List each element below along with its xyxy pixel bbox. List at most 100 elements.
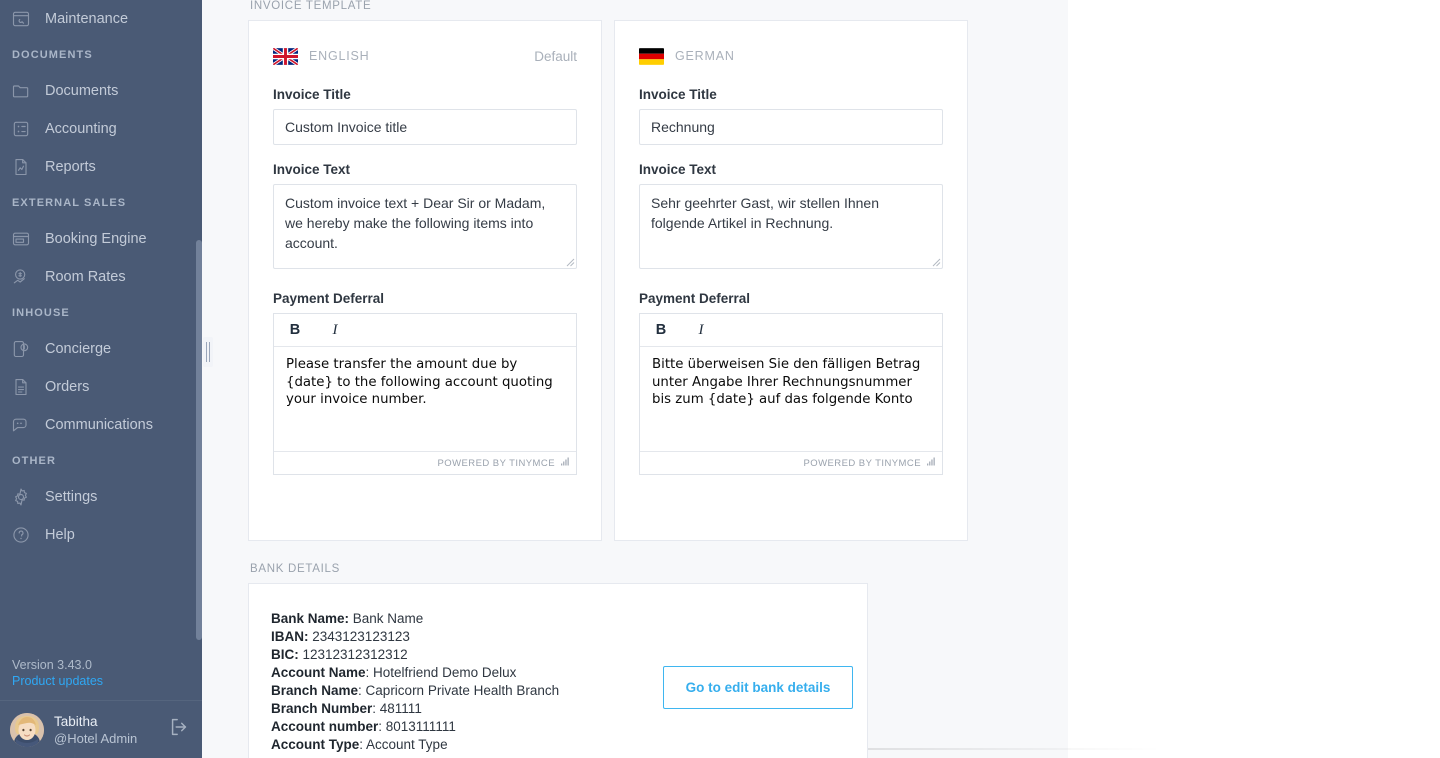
sidebar-item-label: Help (45, 527, 75, 543)
product-updates-link[interactable]: Product updates (12, 673, 202, 689)
sidebar-scroll-area[interactable]: Maintenance DOCUMENTS Documents Accounting R… (0, 0, 202, 758)
editor-body-english[interactable]: Please transfer the amount due by {date}… (274, 347, 576, 451)
bank-detail-row: BIC: 12312312312312 (271, 646, 649, 664)
sidebar-item-label: Settings (45, 489, 98, 505)
bank-detail-value: : Hotelfriend Demo Delux (365, 665, 517, 680)
report-icon (11, 157, 31, 177)
language-header-german: GERMAN (639, 43, 943, 69)
go-to-edit-bank-details-button[interactable]: Go to edit bank details (662, 666, 854, 709)
payment-deferral-label-english: Payment Deferral (273, 291, 385, 306)
editor-statusbar-english: POWERED BY TINYMCE (274, 451, 576, 474)
sidebar-item-label: Room Rates (45, 269, 126, 285)
avatar (10, 712, 44, 747)
browser-icon (11, 229, 31, 249)
invoice-template-cards: ENGLISH Default Invoice Title Invoice Te… (248, 20, 1440, 541)
bank-details-list: Bank Name: Bank Name IBAN: 2343123123123 B… (249, 610, 649, 754)
invoice-title-input-german[interactable] (639, 109, 943, 145)
bank-detail-key: Branch Number (271, 701, 373, 716)
payment-deferral-editor-english: B I Please transfer the amount due by {d… (273, 313, 577, 475)
sidebar-item-reports[interactable]: Reports (0, 148, 202, 186)
bank-detail-key: Bank Name: (271, 611, 350, 626)
gear-icon (11, 487, 31, 507)
bank-detail-row: Branch Number: 481111 (271, 700, 649, 718)
bank-detail-value: : 481111 (372, 701, 422, 716)
invoice-template-card-german: GERMAN Invoice Title Invoice Text Sehr g… (614, 20, 968, 541)
sidebar-item-label: Documents (45, 83, 119, 99)
version-box: Version 3.43.0 Product updates (0, 657, 202, 700)
invoice-text-group-german: Invoice Text Sehr geehrter Gast, wir ste… (639, 162, 943, 274)
payment-deferral-group-english: Payment Deferral B I Please transfer the… (273, 291, 577, 475)
help-icon (11, 525, 31, 545)
bank-detail-key: Account Name (271, 665, 366, 680)
sidebar-nav-list: Maintenance DOCUMENTS Documents Accounting R… (0, 0, 202, 554)
editor-toolbar-english: B I (274, 314, 576, 347)
sidebar-item-label: Accounting (45, 121, 117, 137)
invoice-title-label-english: Invoice Title (273, 87, 351, 102)
bank-detail-value: : Account Type (359, 737, 448, 752)
main-content: INVOICE TEMPLATE ENGLISH Default Invoice… (202, 0, 1440, 758)
invoice-template-card-english: ENGLISH Default Invoice Title Invoice Te… (248, 20, 602, 541)
sidebar-section-inhouse: INHOUSE (12, 307, 70, 319)
sidebar-item-maintenance[interactable]: Maintenance (0, 0, 202, 38)
sidebar-item-orders[interactable]: Orders (0, 368, 202, 406)
bank-detail-row: Account number: 8013111111 (271, 718, 649, 736)
invoice-title-group-german: Invoice Title (639, 87, 943, 145)
sidebar-item-label: Booking Engine (45, 231, 147, 247)
bank-edit-button-cell: Go to edit bank details (649, 610, 867, 709)
editor-statusbar-german: POWERED BY TINYMCE (640, 451, 942, 474)
flag-uk-icon (273, 47, 298, 65)
logout-icon[interactable] (168, 716, 190, 743)
sidebar-section-external-sales: EXTERNAL SALES (12, 197, 127, 209)
invoice-text-textarea-german[interactable]: Sehr geehrter Gast, wir stellen Ihnen fo… (639, 184, 943, 269)
bank-detail-row: IBAN: 2343123123123 (271, 628, 649, 646)
sidebar-item-room-rates[interactable]: Room Rates (0, 258, 202, 296)
editor-resize-grip-english[interactable] (561, 457, 570, 469)
app-root: Maintenance DOCUMENTS Documents Accounting R… (0, 0, 1440, 758)
maintenance-icon (11, 9, 31, 29)
bank-detail-key: Branch Name (271, 683, 359, 698)
version-text: Version 3.43.0 (12, 658, 92, 672)
user-profile[interactable]: Tabitha @Hotel Admin (0, 700, 202, 758)
sidebar-item-booking-engine[interactable]: Booking Engine (0, 220, 202, 258)
italic-button-german[interactable]: I (690, 322, 712, 339)
invoice-title-input-english[interactable] (273, 109, 577, 145)
invoice-title-label-german: Invoice Title (639, 87, 717, 102)
orders-icon (11, 377, 31, 397)
language-name-german: GERMAN (675, 49, 735, 63)
sidebar-collapse-handle[interactable] (203, 337, 213, 367)
bold-button-german[interactable]: B (650, 322, 672, 338)
user-name: Tabitha (54, 713, 98, 729)
sidebar-item-documents[interactable]: Documents (0, 72, 202, 110)
invoice-title-group-english: Invoice Title (273, 87, 577, 145)
payment-deferral-label-german: Payment Deferral (639, 291, 751, 306)
sidebar-item-settings[interactable]: Settings (0, 478, 202, 516)
bank-detail-key: BIC: (271, 647, 299, 662)
bank-detail-row: Bank Name: Bank Name (271, 610, 649, 628)
invoice-text-textarea-english[interactable]: Custom invoice text + Dear Sir or Madam,… (273, 184, 577, 269)
invoice-text-label-english: Invoice Text (273, 162, 351, 177)
communications-icon (11, 415, 31, 435)
editor-resize-grip-german[interactable] (927, 457, 936, 469)
bank-detail-row: Account Name: Hotelfriend Demo Delux (271, 664, 649, 682)
bank-details-section-label: BANK DETAILS (250, 563, 340, 575)
sidebar-section-documents: DOCUMENTS (12, 49, 93, 61)
bank-details-section: BANK DETAILS Bank Name: Bank Name IBAN: 2… (248, 563, 1440, 758)
sidebar-footer: Version 3.43.0 Product updates Tabitha @… (0, 657, 202, 758)
folder-icon (11, 81, 31, 101)
bold-button-english[interactable]: B (284, 322, 306, 338)
invoice-text-group-english: Invoice Text Custom invoice text + Dear … (273, 162, 577, 274)
bank-detail-row: Account Type: Account Type (271, 736, 649, 754)
sidebar-item-concierge[interactable]: Concierge (0, 330, 202, 368)
flag-de-icon (639, 47, 664, 65)
sidebar-section-other: OTHER (12, 455, 56, 467)
payment-deferral-editor-german: B I Bitte überweisen Sie den fälligen Be… (639, 313, 943, 475)
payment-deferral-group-german: Payment Deferral B I Bitte überweisen Si… (639, 291, 943, 475)
sidebar-item-label: Maintenance (45, 11, 129, 27)
sidebar-item-help[interactable]: Help (0, 516, 202, 554)
editor-body-german[interactable]: Bitte überweisen Sie den fälligen Betrag… (640, 347, 942, 451)
tinymce-branding-english: POWERED BY TINYMCE (437, 457, 555, 469)
content-wrapper: INVOICE TEMPLATE ENGLISH Default Invoice… (202, 0, 1440, 758)
sidebar-item-communications[interactable]: Communications (0, 406, 202, 444)
italic-button-english[interactable]: I (324, 322, 346, 339)
sidebar-item-accounting[interactable]: Accounting (0, 110, 202, 148)
